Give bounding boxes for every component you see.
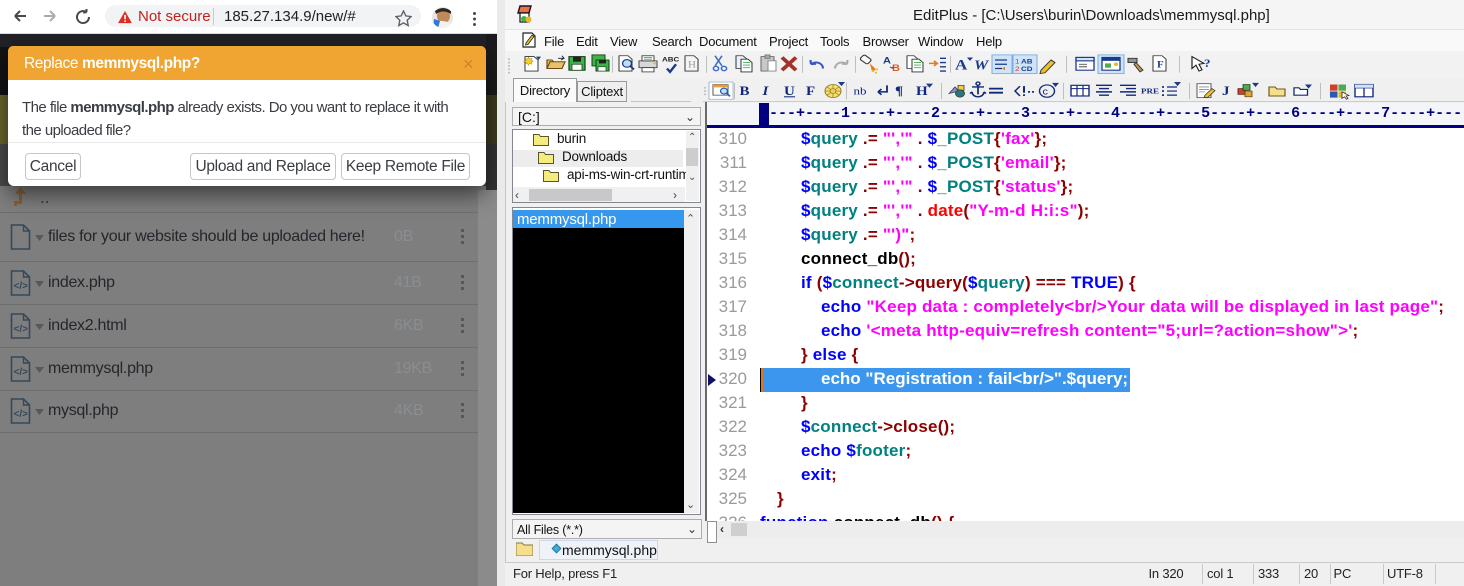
svg-text:I: I <box>761 84 769 97</box>
svg-text:CD: CD <box>1021 65 1033 73</box>
svg-text:</>: </> <box>14 281 29 292</box>
svg-text:U: U <box>784 84 795 97</box>
svg-text:B: B <box>892 64 900 74</box>
svg-text:ABC: ABC <box>662 55 680 63</box>
svg-text:W: W <box>974 58 990 73</box>
svg-text:</>: </> <box>14 409 29 420</box>
svg-text:PRE: PRE <box>1141 87 1160 95</box>
svg-text:c: c <box>1043 87 1049 97</box>
svg-text:H: H <box>688 60 697 70</box>
svg-text:¶: ¶ <box>895 84 903 97</box>
svg-text:F: F <box>1157 60 1164 70</box>
svg-text:A: A <box>883 56 892 66</box>
svg-text:nb: nb <box>854 84 867 97</box>
svg-text:?: ? <box>1204 57 1210 70</box>
svg-text:F: F <box>806 84 815 97</box>
svg-text:</>: </> <box>14 367 29 378</box>
svg-text:A: A <box>955 57 968 73</box>
svg-text:B: B <box>740 84 750 97</box>
svg-text:2: 2 <box>1015 65 1019 73</box>
svg-text:</>: </> <box>14 324 29 335</box>
svg-text:J: J <box>1222 84 1230 97</box>
svg-text:H: H <box>916 84 928 97</box>
